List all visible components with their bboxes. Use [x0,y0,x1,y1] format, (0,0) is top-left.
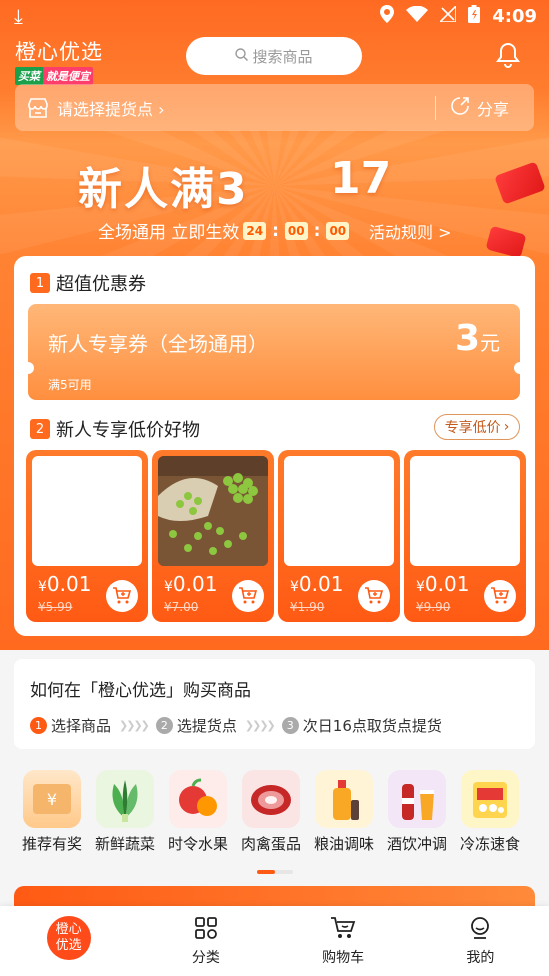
bell-icon[interactable] [496,42,522,68]
chevron-right-icon: › [503,419,510,435]
coupon-name: 新人专享券（全场通用） [48,332,268,356]
product-image-peas [158,456,268,566]
search-bar[interactable]: 搜索商品 [186,37,362,75]
purchase-steps: 1 选择商品 ❯❯❯❯ 2 选提货点 ❯❯❯❯ 3 次日16点取货点提货 [30,715,442,736]
select-pickup-link[interactable]: 请选择提货点 › [57,96,165,120]
product-price: ¥0.01 [38,572,92,596]
promo-headline: 新人满3 [78,164,249,215]
category-drinks[interactable]: 酒饮冲调 [381,770,453,854]
nav-category-label: 分类 [191,949,220,966]
promo-subtitle: 全场通用 立即生效 24 : 00 : 00 [98,218,350,243]
category-recommend[interactable]: ¥ 推荐有奖 [16,770,88,854]
share-icon [451,97,469,119]
oil-bottle-icon [315,770,373,828]
nav-home[interactable]: 橙心 优选 [0,906,137,976]
step-label: 选择商品 [51,717,112,735]
download-icon: ⤓ [14,4,23,28]
status-bar: ⤓ 4:09 [0,0,549,32]
how-to-buy-title: 如何在「橙心优选」购买商品 [30,681,251,701]
share-label: 分享 [477,100,510,119]
divider [435,96,436,120]
exclusive-low-price-button[interactable]: 专享低价 › [434,414,520,440]
step-number: 1 [30,717,47,734]
share-button[interactable]: 分享 [451,96,509,120]
battery-icon [468,5,481,28]
bottom-nav: 橙心 优选 分类 购物车 我的 [0,906,549,976]
nav-me-label: 我的 [466,949,495,966]
product-image [410,456,520,566]
search-icon [235,47,249,65]
category-row: ¥ 推荐有奖 新鲜蔬菜 时令水果 肉禽蛋品 粮油调味 酒饮冲调 冷冻速食 [0,770,549,860]
pager-active-dot [257,870,275,874]
newcomer-coupon[interactable]: 新人专享券（全场通用） 3元 满5可用 [22,304,526,400]
promo-headline-number: 17 [330,153,392,204]
add-to-cart-button[interactable] [358,580,390,612]
category-grid-icon [194,916,218,944]
add-to-cart-button[interactable] [106,580,138,612]
app-slogan: 买菜 就是便宜 [15,67,103,85]
vegetable-icon [96,770,154,828]
countdown-minutes: 00 [284,221,308,240]
coupon-value: 3元 [454,318,500,359]
product-card[interactable]: ¥0.01 ¥5.99 [26,450,148,622]
category-meat-eggs[interactable]: 肉禽蛋品 [235,770,307,854]
nav-cart-label: 购物车 [322,949,365,966]
coupon-condition: 满5可用 [48,378,92,392]
nav-me[interactable]: 我的 [412,906,549,976]
nav-category[interactable]: 分类 [137,906,274,976]
cart-icon [330,916,356,944]
wifi-icon [406,5,429,27]
chevron-right-icon: ❯❯❯❯ [119,719,150,732]
no-signal-icon [438,4,458,27]
product-original-price: ¥9.90 [416,600,451,614]
step-label: 次日16点取货点提货 [302,717,442,735]
product-card[interactable]: ¥0.01 ¥9.90 [404,450,526,622]
countdown-seconds: 00 [326,221,350,240]
category-grain-oil[interactable]: 粮油调味 [308,770,380,854]
category-fruit[interactable]: 时令水果 [162,770,234,854]
product-card[interactable]: ¥0.01 ¥1.90 [278,450,400,622]
coupon-section-title: 1 超值优惠券 [30,270,146,296]
product-price: ¥0.01 [164,572,218,596]
newcomer-card: 1 超值优惠券 新人专享券（全场通用） 3元 满5可用 2 新人专享低价好物 专… [14,256,535,636]
product-image [32,456,142,566]
activity-rules-link[interactable]: 活动规则 > [369,219,452,243]
fruit-icon [169,770,227,828]
product-original-price: ¥1.90 [290,600,325,614]
how-to-buy-panel[interactable]: 如何在「橙心优选」购买商品 1 选择商品 ❯❯❯❯ 2 选提货点 ❯❯❯❯ 3 … [14,659,535,749]
store-icon [27,97,49,118]
location-icon [380,5,395,28]
category-pager [257,870,293,874]
svg-text:¥: ¥ [47,790,57,809]
step-number: 3 [281,717,299,734]
nav-cart[interactable]: 购物车 [275,906,412,976]
countdown-hours: 24 [243,221,267,240]
product-price: ¥0.01 [290,572,344,596]
products-section-title: 2 新人专享低价好物 [30,416,200,442]
step-label: 选提货点 [176,717,237,735]
drink-icon [388,770,446,828]
product-original-price: ¥7.00 [164,600,199,614]
product-original-price: ¥5.99 [38,600,73,614]
pickup-point-bar: 请选择提货点 › 分享 [15,84,534,131]
chevron-right-icon: ❯❯❯❯ [244,719,276,732]
meat-icon [242,770,300,828]
home-logo-icon: 橙心 优选 [46,916,91,960]
product-price: ¥0.01 [416,572,470,596]
add-to-cart-button[interactable] [232,580,264,612]
clock: 4:09 [492,6,537,27]
step-number: 2 [155,717,173,734]
user-icon [468,916,492,944]
category-vegetables[interactable]: 新鲜蔬菜 [89,770,161,854]
add-to-cart-button[interactable] [484,580,516,612]
app-name: 橙心优选 [15,40,103,64]
product-card[interactable]: ¥0.01 ¥7.00 [152,450,274,622]
app-logo: 橙心优选 买菜 就是便宜 [15,36,103,85]
category-frozen[interactable]: 冷冻速食 [454,770,526,854]
search-placeholder: 搜索商品 [252,47,313,66]
product-image [284,456,394,566]
gift-card-icon: ¥ [23,770,81,828]
frozen-food-icon [461,770,519,828]
